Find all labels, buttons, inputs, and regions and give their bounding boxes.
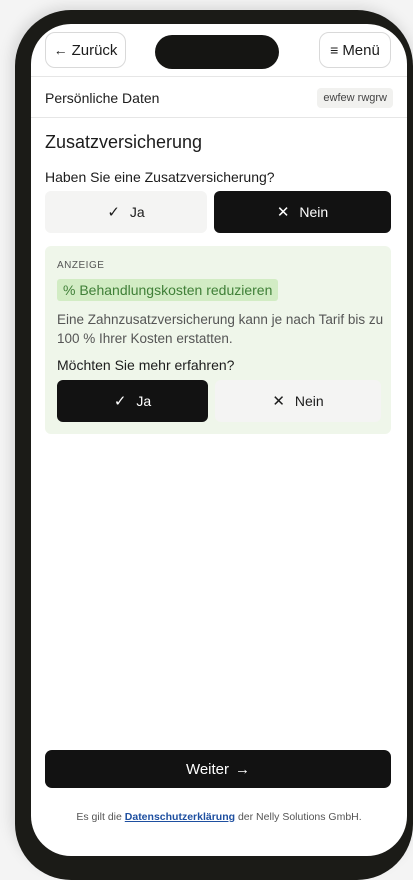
ad-yes-label: Ja (136, 393, 152, 409)
ad-question: Möchten Sie mehr erfahren? (57, 357, 235, 373)
close-icon: ✕ (276, 204, 290, 221)
dynamic-island (155, 35, 279, 69)
next-button[interactable]: Weiter → (45, 750, 391, 788)
next-button-label: Weiter (185, 760, 230, 778)
section-divider (31, 117, 407, 118)
insurance-no-label: Nein (299, 204, 329, 220)
check-icon: ✓ (113, 393, 127, 410)
advertisement-panel: ANZEIGE % Behandlungskosten reduzieren E… (45, 246, 391, 434)
hamburger-icon: ≡ (330, 42, 339, 58)
close-icon: ✕ (272, 393, 285, 410)
insurance-yes-button[interactable]: ✓ Ja (45, 191, 207, 233)
ad-no-button[interactable]: ✕ Nein (215, 380, 381, 422)
arrow-left-icon: ← (53, 42, 68, 58)
section-header: Persönliche Daten ewfew rwgrw (45, 88, 393, 108)
ad-highlight: % Behandlungskosten reduzieren (57, 279, 279, 301)
ad-yes-button[interactable]: ✓ Ja (57, 380, 208, 422)
app-screen: ← Zurück ≡ Menü Persönliche Daten ewfew … (31, 24, 407, 856)
ad-no-label: Nein (294, 393, 324, 409)
section-title: Persönliche Daten (45, 90, 160, 106)
privacy-link[interactable]: Datenschutzerklärung (125, 811, 235, 823)
privacy-suffix: der Nelly Solutions GmbH. (237, 811, 362, 823)
privacy-notice: Es gilt die Datenschutzerklärung der Nel… (31, 811, 407, 823)
check-icon: ✓ (107, 204, 120, 221)
menu-button-label: Menü (342, 41, 380, 59)
back-button-label: Zurück (71, 41, 118, 59)
privacy-prefix: Es gilt die (76, 811, 122, 823)
ad-label: ANZEIGE (57, 260, 105, 271)
insurance-yes-label: Ja (129, 204, 145, 220)
menu-button[interactable]: ≡ Menü (319, 32, 391, 68)
ad-description: Eine Zahnzusatzversicherung kann je nach… (57, 312, 384, 346)
arrow-right-icon: → (235, 760, 251, 778)
back-button[interactable]: ← Zurück (45, 32, 126, 68)
page-title: Zusatzversicherung (45, 132, 203, 152)
user-tag: ewfew rwgrw (317, 88, 393, 108)
insurance-question: Haben Sie eine Zusatzversicherung? (45, 169, 275, 185)
header-divider (31, 76, 407, 77)
insurance-no-button[interactable]: ✕ Nein (214, 191, 391, 233)
